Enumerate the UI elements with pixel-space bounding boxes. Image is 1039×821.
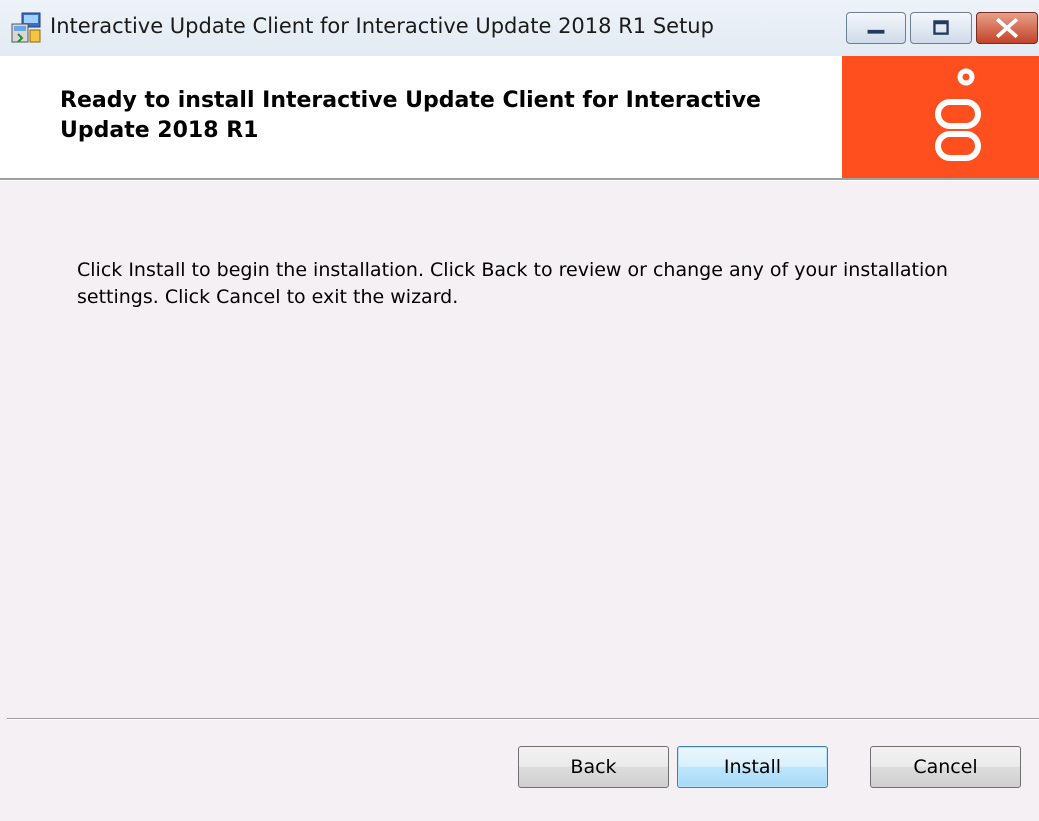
footer-divider bbox=[7, 718, 1039, 720]
banner-divider bbox=[0, 178, 1039, 181]
maximize-icon bbox=[933, 20, 949, 35]
maximize-button[interactable] bbox=[910, 12, 972, 44]
minimize-icon bbox=[867, 29, 885, 34]
install-button[interactable]: Install bbox=[677, 746, 828, 788]
instruction-text: Click Install to begin the installation.… bbox=[77, 259, 948, 308]
banner-heading: Ready to install Interactive Update Clie… bbox=[60, 88, 761, 143]
logo-panel bbox=[842, 56, 1039, 178]
setup-window: Interactive Update Client for Interactiv… bbox=[0, 0, 1039, 821]
genesys-logo bbox=[935, 68, 981, 161]
close-button[interactable] bbox=[976, 12, 1038, 44]
title-bar[interactable]: Interactive Update Client for Interactiv… bbox=[0, 0, 1039, 56]
close-icon bbox=[995, 17, 1019, 39]
wizard-banner: Ready to install Interactive Update Clie… bbox=[0, 56, 1039, 178]
minimize-button[interactable] bbox=[846, 12, 906, 44]
cancel-button[interactable]: Cancel bbox=[870, 746, 1021, 788]
back-button[interactable]: Back bbox=[518, 746, 669, 788]
installer-icon[interactable] bbox=[10, 12, 44, 44]
window-title: Interactive Update Client for Interactiv… bbox=[50, 14, 714, 38]
